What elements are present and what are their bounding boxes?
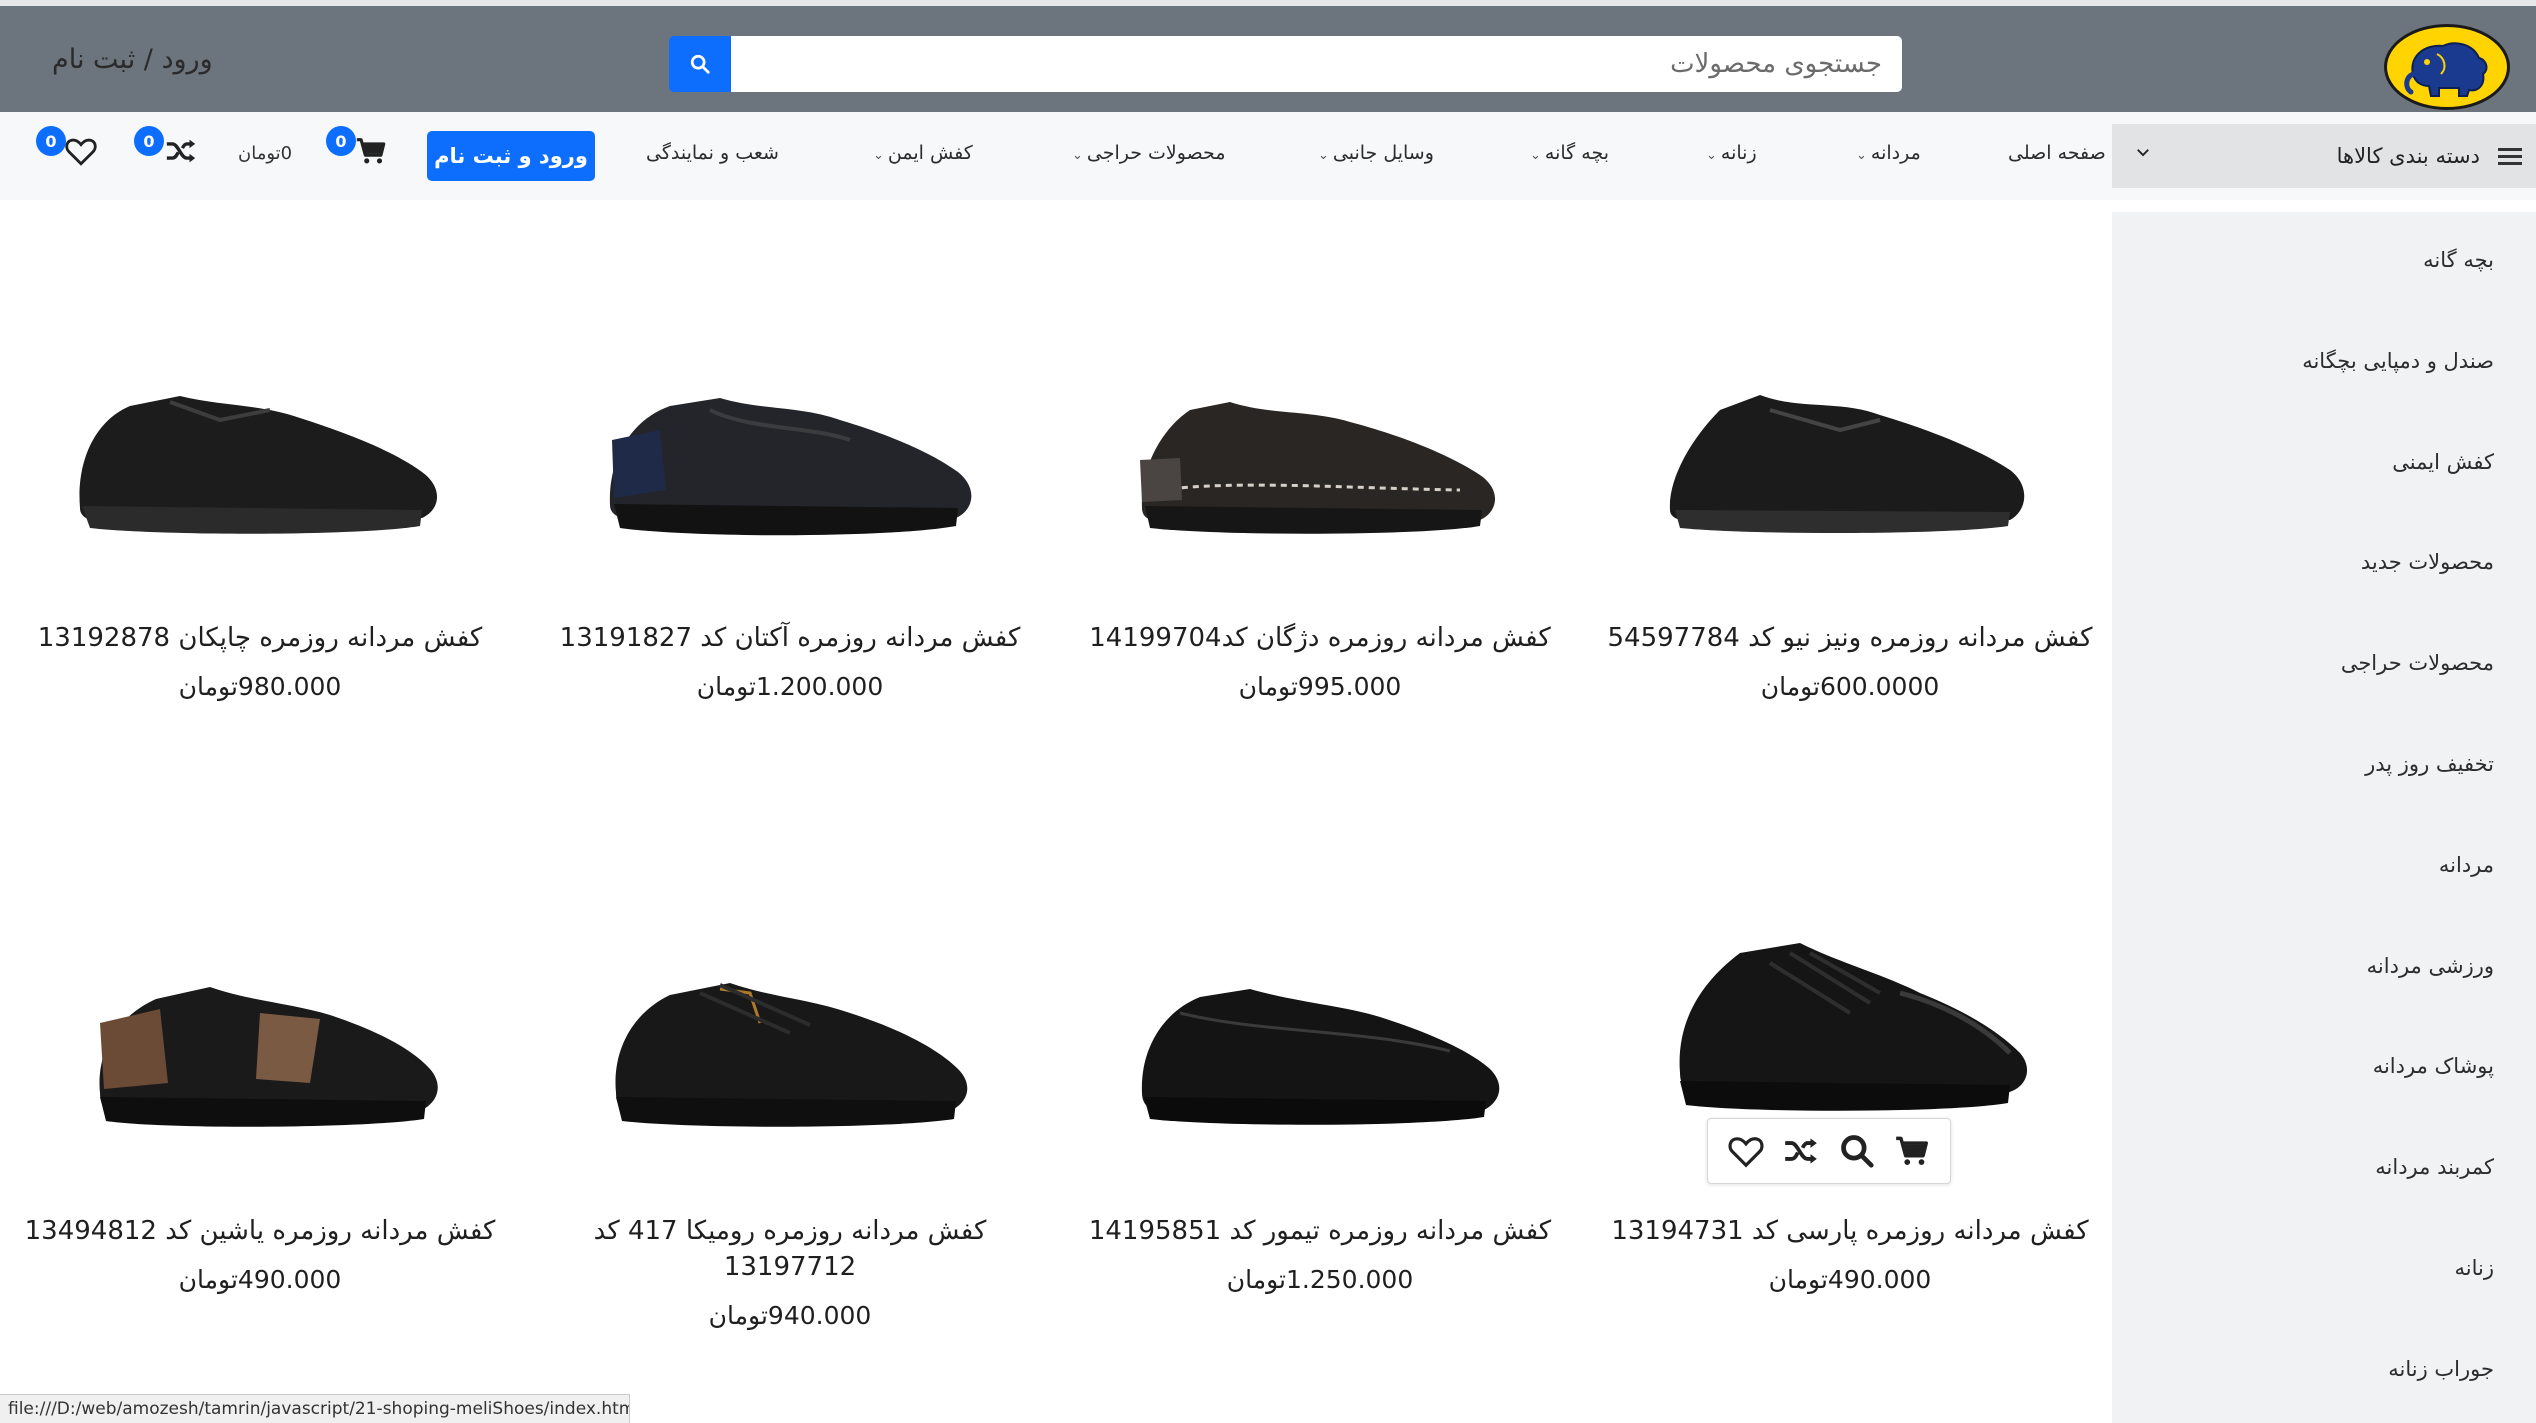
login-register-link[interactable]: ورود / ثبت نام bbox=[52, 44, 213, 75]
add-to-compare-button[interactable] bbox=[1782, 1132, 1820, 1170]
nav-men[interactable]: مردانه⌄ bbox=[1856, 142, 1921, 164]
product-image[interactable] bbox=[1650, 913, 2050, 1143]
product-card[interactable]: کفش مردانه روزمره پارسی کد 13194731 490.… bbox=[1590, 893, 2110, 1313]
caret-down-icon: ⌄ bbox=[1856, 148, 1867, 163]
product-price: 490.000تومان bbox=[178, 1265, 342, 1294]
cart-button[interactable] bbox=[354, 134, 390, 170]
cart-count-badge: 0 bbox=[326, 126, 356, 156]
category-sidebar bbox=[2112, 212, 2536, 1423]
product-title[interactable]: کفش مردانه روزمره پارسی کد 13194731 bbox=[1590, 1213, 2110, 1249]
nav-women-label: زنانه bbox=[1720, 142, 1757, 164]
browser-status-bar: file:///D:/web/amozesh/tamrin/javascript… bbox=[0, 1394, 630, 1423]
product-card[interactable]: کفش مردانه روزمره چاپکان 13192878 980.00… bbox=[0, 300, 520, 720]
product-price: 980.000تومان bbox=[178, 672, 342, 701]
sidebar-item-sale[interactable]: محصولات حراجی bbox=[2341, 651, 2494, 675]
sidebar-item-men-sports[interactable]: ورزشی مردانه bbox=[2367, 954, 2494, 978]
search-button[interactable] bbox=[669, 36, 731, 92]
cart-icon bbox=[356, 138, 386, 164]
heart-icon bbox=[1728, 1137, 1764, 1168]
compare-button[interactable] bbox=[164, 134, 200, 170]
product-image[interactable] bbox=[590, 933, 990, 1163]
nav-home[interactable]: صفحه اصلی bbox=[2008, 142, 2106, 164]
login-register-button[interactable]: ورود و ثبت نام bbox=[427, 131, 595, 181]
product-card[interactable]: کفش مردانه روزمره آکتان کد 13191827 1.20… bbox=[530, 300, 1050, 720]
search-input[interactable] bbox=[730, 36, 1902, 92]
nav-sale[interactable]: محصولات حراجی⌄ bbox=[1072, 142, 1226, 164]
nav-men-label: مردانه bbox=[1870, 142, 1921, 164]
nav-women[interactable]: زنانه⌄ bbox=[1706, 142, 1757, 164]
heart-icon bbox=[65, 138, 97, 166]
product-price: 1.200.000تومان bbox=[696, 672, 884, 701]
product-image[interactable] bbox=[1650, 340, 2050, 570]
quick-view-button[interactable] bbox=[1838, 1132, 1876, 1170]
search-icon bbox=[1840, 1135, 1874, 1168]
sidebar-item-men[interactable]: مردانه bbox=[2439, 853, 2494, 877]
cart-icon bbox=[1896, 1136, 1929, 1165]
nav-sale-label: محصولات حراجی bbox=[1086, 142, 1226, 164]
product-card[interactable]: کفش مردانه روزمره رومیکا 417 کد 13197712… bbox=[530, 893, 1050, 1353]
product-title[interactable]: کفش مردانه روزمره چاپکان 13192878 bbox=[0, 620, 520, 656]
elephant-logo-icon[interactable] bbox=[2384, 24, 2510, 110]
sidebar-item-fathers-day[interactable]: تخفیف روز پدر bbox=[2365, 752, 2494, 776]
shuffle-icon bbox=[1785, 1138, 1818, 1164]
add-to-cart-button[interactable] bbox=[1893, 1132, 1931, 1170]
sidebar-item-men-clothing[interactable]: پوشاک مردانه bbox=[2373, 1054, 2494, 1078]
shuffle-icon bbox=[166, 139, 196, 163]
product-image[interactable] bbox=[60, 933, 460, 1163]
product-image[interactable] bbox=[1120, 340, 1520, 570]
product-price: 600.0000تومان bbox=[1760, 672, 1940, 701]
product-title[interactable]: کفش مردانه روزمره رومیکا 417 کد 13197712 bbox=[530, 1213, 1050, 1285]
sidebar-item-kids-sandals[interactable]: صندل و دمپایی بچگانه bbox=[2302, 349, 2494, 373]
nav-safety-label: کفش ایمن bbox=[887, 142, 973, 164]
categories-toggle[interactable]: دسته بندی کالاها bbox=[2112, 124, 2536, 188]
site-header: ورود / ثبت نام bbox=[0, 6, 2536, 112]
cart-total: 0تومان bbox=[238, 143, 293, 164]
product-title[interactable]: کفش مردانه روزمره تیمور کد 14195851 bbox=[1060, 1213, 1580, 1249]
sidebar-item-men-belts[interactable]: کمربند مردانه bbox=[2375, 1155, 2494, 1179]
caret-down-icon: ⌄ bbox=[1706, 148, 1717, 163]
product-card[interactable]: کفش مردانه روزمره تیمور کد 14195851 1.25… bbox=[1060, 893, 1580, 1313]
categories-label: دسته بندی کالاها bbox=[2336, 144, 2480, 168]
product-price: 995.000تومان bbox=[1238, 672, 1402, 701]
caret-down-icon: ⌄ bbox=[1530, 148, 1541, 163]
product-image[interactable] bbox=[1120, 933, 1520, 1163]
caret-down-icon: ⌄ bbox=[1318, 148, 1329, 163]
product-title[interactable]: کفش مردانه روزمره آکتان کد 13191827 bbox=[530, 620, 1050, 656]
product-title[interactable]: کفش مردانه روزمره دژگان کد14199704 bbox=[1060, 620, 1580, 656]
search-icon bbox=[690, 54, 710, 74]
nav-accessories-label: وسایل جانبی bbox=[1332, 142, 1434, 164]
sidebar-item-safety-shoes[interactable]: کفش ایمنی bbox=[2392, 450, 2494, 474]
wishlist-button[interactable] bbox=[64, 134, 100, 170]
sidebar-item-new-products[interactable]: محصولات جدید bbox=[2361, 550, 2494, 574]
hamburger-icon bbox=[2498, 148, 2522, 166]
product-quick-actions bbox=[1707, 1118, 1951, 1184]
sidebar-item-women[interactable]: زنانه bbox=[2455, 1256, 2495, 1280]
nav-branches-label: شعب و نمایندگی bbox=[646, 142, 779, 164]
nav-kids-label: بچه گانه bbox=[1544, 142, 1609, 164]
nav-branches[interactable]: شعب و نمایندگی bbox=[646, 142, 779, 164]
nav-accessories[interactable]: وسایل جانبی⌄ bbox=[1318, 142, 1434, 164]
sidebar-item-kids[interactable]: بچه گانه bbox=[2423, 248, 2494, 272]
product-price: 1.250.000تومان bbox=[1226, 1265, 1414, 1294]
nav-safety-shoes[interactable]: کفش ایمن⌄ bbox=[873, 142, 973, 164]
compare-count-badge: 0 bbox=[134, 126, 164, 156]
product-image[interactable] bbox=[60, 340, 460, 570]
product-price: 940.000تومان bbox=[708, 1301, 872, 1330]
product-title[interactable]: کفش مردانه روزمره یاشین کد 13494812 bbox=[0, 1213, 520, 1249]
chevron-down-icon bbox=[2134, 142, 2152, 167]
product-image[interactable] bbox=[590, 340, 990, 570]
product-card[interactable]: کفش مردانه روزمره یاشین کد 13494812 490.… bbox=[0, 893, 520, 1313]
caret-down-icon: ⌄ bbox=[873, 148, 884, 163]
product-price: 490.000تومان bbox=[1768, 1265, 1932, 1294]
nav-kids[interactable]: بچه گانه⌄ bbox=[1530, 142, 1609, 164]
product-card[interactable]: کفش مردانه روزمره دژگان کد14199704 995.0… bbox=[1060, 300, 1580, 720]
sidebar-item-women-socks[interactable]: جوراب زنانه bbox=[2388, 1357, 2494, 1381]
nav-home-label: صفحه اصلی bbox=[2008, 142, 2106, 164]
caret-down-icon: ⌄ bbox=[1072, 148, 1083, 163]
product-title[interactable]: کفش مردانه روزمره ونیز نیو کد 54597784 bbox=[1590, 620, 2110, 656]
wishlist-count-badge: 0 bbox=[36, 126, 66, 156]
add-to-wishlist-button[interactable] bbox=[1727, 1132, 1765, 1170]
product-card[interactable]: کفش مردانه روزمره ونیز نیو کد 54597784 6… bbox=[1590, 300, 2110, 720]
